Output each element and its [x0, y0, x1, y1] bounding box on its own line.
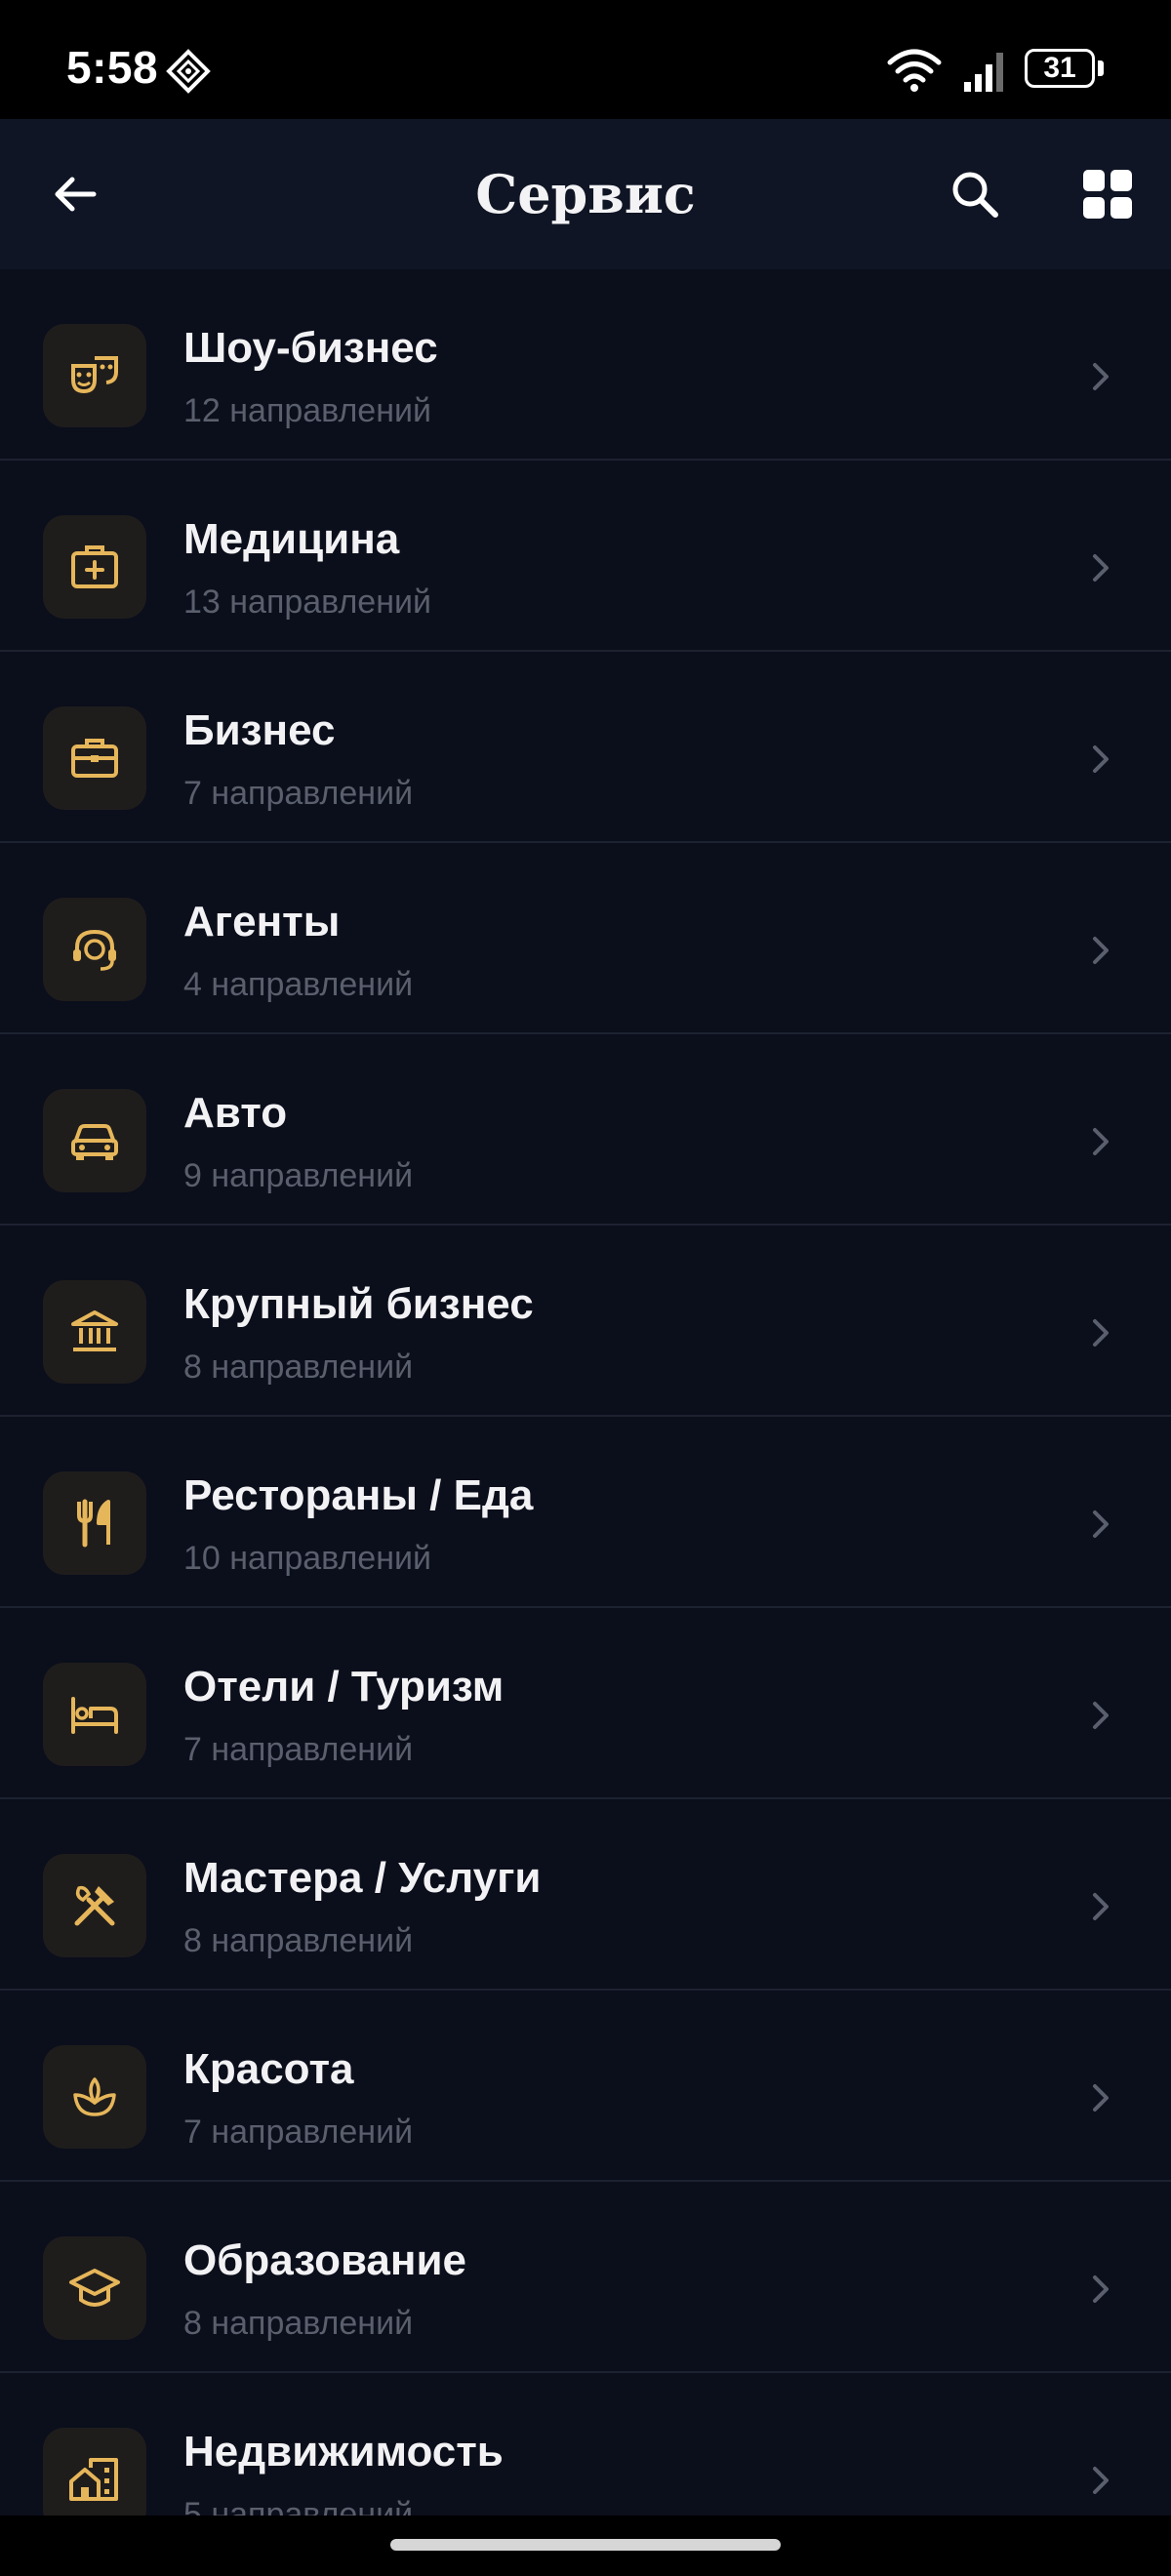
status-bar: 5:58 31 — [0, 0, 1171, 119]
real-estate-icon — [69, 2458, 118, 2501]
system-nav-bar — [0, 2516, 1171, 2576]
category-icon-tile — [43, 898, 146, 1001]
bank-building-icon — [71, 1310, 118, 1351]
category-title: Крупный бизнес — [183, 1280, 534, 1328]
medical-kit-icon — [71, 545, 118, 588]
category-subtitle: 12 направлений — [183, 392, 431, 429]
chevron-right-icon — [1093, 1702, 1109, 1729]
category-row-education[interactable]: Образование 8 направлений — [0, 2182, 1171, 2373]
category-icon-tile — [43, 1663, 146, 1766]
category-subtitle: 7 направлений — [183, 1731, 414, 1768]
grid-view-button[interactable] — [1073, 160, 1142, 228]
category-subtitle: 13 направлений — [183, 584, 431, 621]
chevron-right-icon — [1093, 363, 1109, 390]
battery-level: 31 — [1025, 49, 1095, 88]
chevron-right-icon — [1093, 745, 1109, 773]
category-row-business[interactable]: Бизнес 7 направлений — [0, 652, 1171, 843]
chevron-right-icon — [1093, 1510, 1109, 1538]
category-subtitle: 9 направлений — [183, 1157, 414, 1194]
category-icon-tile — [43, 1471, 146, 1575]
category-title: Недвижимость — [183, 2428, 504, 2475]
category-row-restaurants[interactable]: Рестораны / Еда 10 направлений — [0, 1417, 1171, 1608]
category-row-show-business[interactable]: Шоу-бизнес 12 направлений — [0, 269, 1171, 461]
category-subtitle: 7 направлений — [183, 2113, 414, 2151]
category-title: Шоу-бизнес — [183, 324, 438, 372]
chevron-right-icon — [1093, 1319, 1109, 1347]
category-row-beauty[interactable]: Красота 7 направлений — [0, 1991, 1171, 2182]
category-row-auto[interactable]: Авто 9 направлений — [0, 1034, 1171, 1226]
arrow-left-icon — [55, 177, 97, 212]
search-button[interactable] — [941, 160, 1009, 228]
category-title: Красота — [183, 2045, 354, 2093]
category-title: Образование — [183, 2236, 466, 2284]
home-gesture-handle[interactable] — [390, 2539, 781, 2551]
chevron-right-icon — [1093, 2275, 1109, 2303]
category-title: Мастера / Услуги — [183, 1854, 542, 1902]
diamond-grid-icon — [166, 49, 211, 94]
bed-icon — [71, 1697, 118, 1734]
fork-knife-icon — [77, 1499, 110, 1548]
category-subtitle: 8 направлений — [183, 1922, 414, 1959]
category-title: Отели / Туризм — [183, 1663, 505, 1711]
category-icon-tile — [43, 1089, 146, 1192]
theater-masks-icon — [71, 356, 118, 394]
category-title: Авто — [183, 1089, 288, 1137]
category-icon-tile — [43, 515, 146, 619]
car-icon — [71, 1124, 118, 1160]
category-row-real-estate[interactable]: Недвижимость 5 направлений — [0, 2373, 1171, 2516]
category-row-medicine[interactable]: Медицина 13 направлений — [0, 461, 1171, 652]
chevron-right-icon — [1093, 2084, 1109, 2112]
signal-icon — [964, 53, 1003, 92]
category-row-hotels[interactable]: Отели / Туризм 7 направлений — [0, 1608, 1171, 1799]
category-title: Медицина — [183, 515, 400, 563]
category-icon-tile — [43, 2428, 146, 2516]
status-time: 5:58 — [66, 42, 159, 93]
category-row-craftsmen[interactable]: Мастера / Услуги 8 направлений — [0, 1799, 1171, 1991]
category-icon-tile — [43, 1854, 146, 1957]
category-icon-tile — [43, 706, 146, 810]
category-subtitle: 5 направлений — [183, 2496, 414, 2516]
headset-agent-icon — [73, 929, 116, 971]
category-subtitle: 8 направлений — [183, 1348, 414, 1386]
graduation-cap-icon — [69, 2269, 120, 2307]
category-title: Рестораны / Еда — [183, 1471, 534, 1519]
chevron-right-icon — [1093, 1893, 1109, 1920]
category-subtitle: 10 направлений — [183, 1540, 431, 1577]
category-icon-tile — [43, 324, 146, 427]
chevron-right-icon — [1093, 2467, 1109, 2494]
battery-icon: 31 — [1025, 49, 1105, 92]
category-title: Агенты — [183, 898, 341, 946]
chevron-right-icon — [1093, 554, 1109, 582]
lotus-icon — [73, 2077, 116, 2116]
category-icon-tile — [43, 1280, 146, 1384]
search-icon — [952, 172, 998, 218]
category-subtitle: 4 направлений — [183, 966, 414, 1003]
chevron-right-icon — [1093, 1128, 1109, 1155]
grid-icon — [1083, 170, 1132, 219]
wifi-icon — [887, 49, 942, 92]
category-row-large-business[interactable]: Крупный бизнес 8 направлений — [0, 1226, 1171, 1417]
category-subtitle: 7 направлений — [183, 775, 414, 812]
briefcase-icon — [71, 739, 118, 778]
app-header: Сервис — [0, 119, 1171, 269]
category-subtitle: 8 направлений — [183, 2305, 414, 2342]
category-icon-tile — [43, 2236, 146, 2340]
category-icon-tile — [43, 2045, 146, 2149]
category-list: Шоу-бизнес 12 направлений Медицина 13 на… — [0, 269, 1171, 2516]
hammer-wrench-icon — [74, 1885, 115, 1926]
back-button[interactable] — [43, 162, 107, 226]
chevron-right-icon — [1093, 937, 1109, 964]
category-title: Бизнес — [183, 706, 336, 754]
category-row-agents[interactable]: Агенты 4 направлений — [0, 843, 1171, 1034]
